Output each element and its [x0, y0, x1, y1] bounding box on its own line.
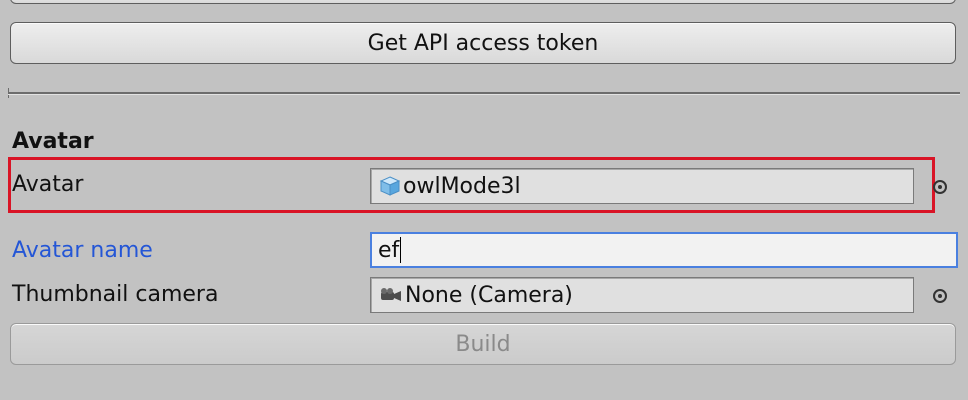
- avatar-object-value: owlMode3l: [403, 173, 521, 199]
- avatar-name-value: ef: [378, 237, 400, 263]
- avatar-label: Avatar: [12, 172, 84, 197]
- avatar-name-input[interactable]: ef: [370, 232, 958, 268]
- avatar-picker-icon[interactable]: [933, 180, 947, 194]
- inspector-panel: Get API access token Avatar Avatar owlMo…: [0, 0, 968, 400]
- section-separator: [8, 92, 960, 95]
- section-title: Avatar: [12, 129, 94, 154]
- thumbnail-camera-picker-icon[interactable]: [933, 289, 947, 303]
- thumbnail-camera-value: None (Camera): [405, 282, 573, 308]
- thumbnail-camera-label: Thumbnail camera: [12, 282, 219, 307]
- camera-icon: [379, 286, 403, 304]
- build-button[interactable]: Build: [10, 323, 956, 365]
- cube-icon: [379, 175, 401, 197]
- text-caret: [400, 237, 402, 263]
- avatar-name-label: Avatar name: [12, 238, 153, 263]
- avatar-object-field[interactable]: owlMode3l: [370, 168, 914, 204]
- previous-button-partial[interactable]: [10, 0, 956, 4]
- get-api-token-button[interactable]: Get API access token: [10, 22, 956, 64]
- build-label: Build: [455, 331, 511, 357]
- thumbnail-camera-field[interactable]: None (Camera): [370, 277, 914, 313]
- get-api-token-label: Get API access token: [367, 30, 599, 56]
